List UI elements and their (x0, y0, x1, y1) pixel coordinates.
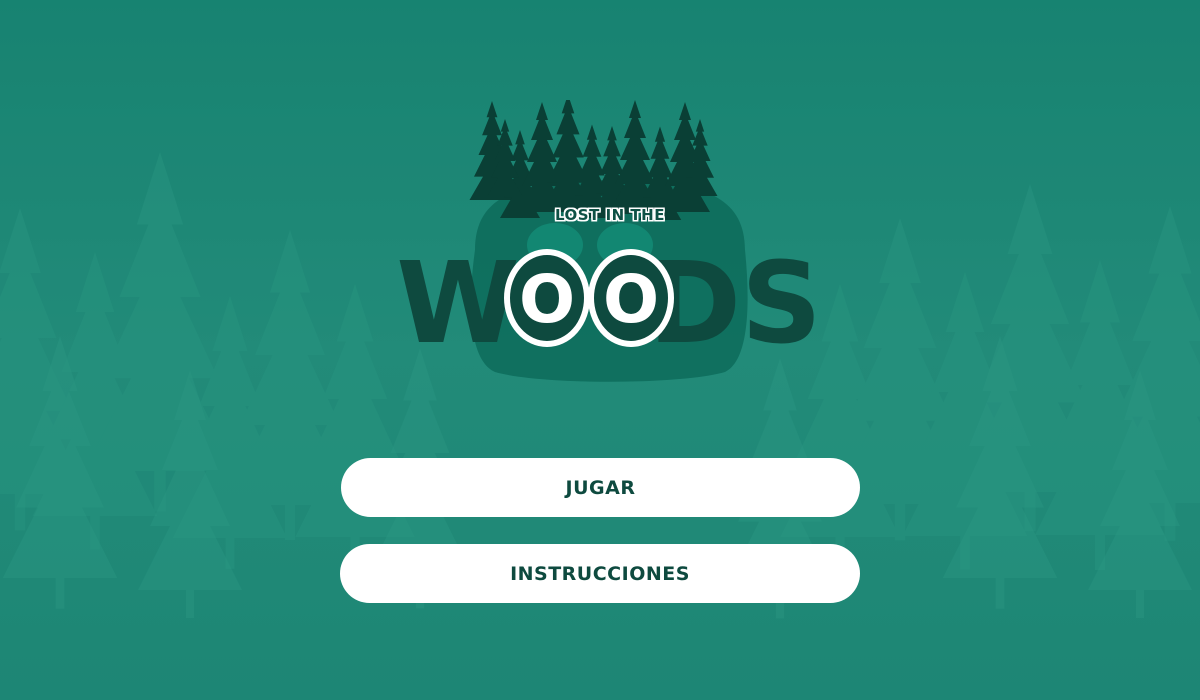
logo-title: W DS O O (396, 239, 822, 358)
play-button[interactable]: JUGAR (341, 458, 860, 517)
game-logo: LOST IN THE W DS O O (380, 94, 840, 390)
logo-letter-o1: O (519, 261, 575, 338)
logo-subtitle: LOST IN THE (555, 206, 665, 224)
logo-letters-ds: DS (648, 239, 822, 358)
logo-letter-w: W (396, 239, 520, 358)
logo-letter-o2: O (603, 261, 659, 338)
instructions-button[interactable]: INSTRUCCIONES (340, 544, 860, 603)
